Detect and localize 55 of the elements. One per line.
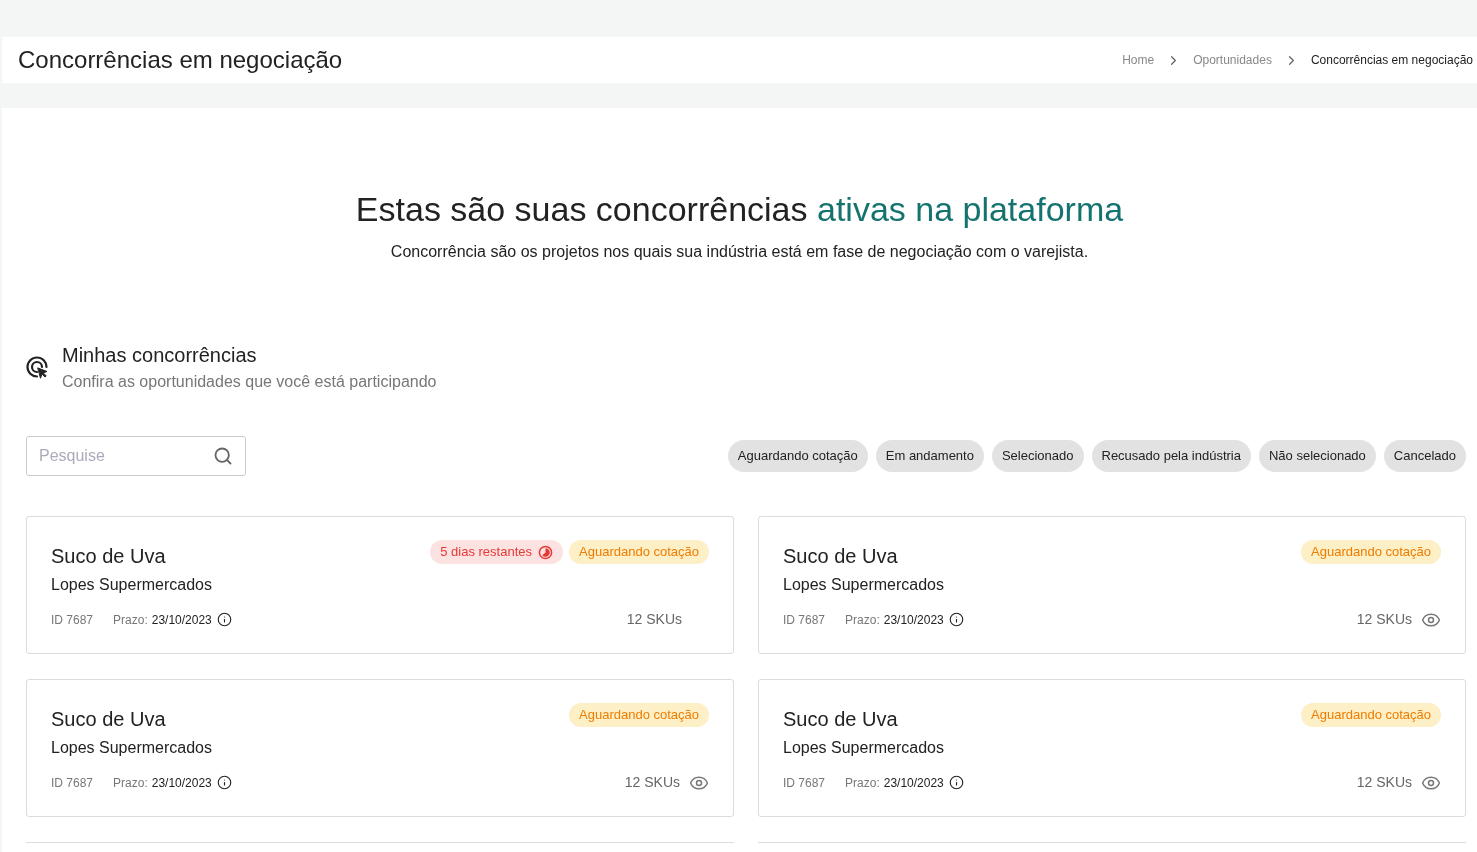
section-subtitle: Confira as oportunidades que você está participando (62, 372, 437, 392)
info-icon[interactable] (948, 775, 964, 790)
sku-count: 12 SKUs (1356, 610, 1412, 629)
breadcrumb-link[interactable]: Concorrências em negociação (1310, 51, 1473, 69)
company-name: Lopes Supermercados (783, 575, 944, 595)
section-title: Minhas concorrências (62, 343, 258, 368)
status-badge: Aguardando cotação (1301, 540, 1441, 564)
filter-chip[interactable]: Recusado pela indústria (1091, 440, 1251, 472)
sku-count: 12 SKUs (1356, 773, 1412, 792)
opportunity-card[interactable]: Suco de Uva Lopes Supermercados Aguardando cotação ID 7687 Prazo: 23/10/2023 12 SKUs (758, 516, 1466, 654)
deadline-date: 23/10/2023 (883, 774, 944, 792)
deadline-label: Prazo: (845, 774, 880, 792)
company-name: Lopes Supermercados (51, 575, 212, 595)
filter-chip[interactable]: Selecionado (991, 440, 1084, 472)
deadline-label: Prazo: (113, 774, 148, 792)
opportunity-card[interactable]: Suco de Uva Lopes Supermercados Aguardando cotação ID 7687 Prazo: 23/10/2023 12 SKUs (758, 679, 1466, 817)
sku-count: 12 SKUs (624, 773, 680, 792)
card-id: ID 7687 (783, 611, 826, 629)
filter-chip[interactable]: Cancelado (1383, 440, 1466, 472)
deadline-label: Prazo: (113, 611, 148, 629)
filter-chip[interactable]: Aguardando cotação (727, 440, 868, 472)
search-field[interactable]: Pesquise (26, 436, 246, 476)
deadline-date: 23/10/2023 (151, 774, 212, 792)
sku-count: 12 SKUs (626, 610, 682, 629)
filter-chip[interactable]: Em andamento (875, 440, 984, 472)
card-title: Suco de Uva (783, 707, 899, 732)
status-badge: Aguardando cotação (1301, 703, 1441, 727)
status-badge: Aguardando cotação (569, 703, 709, 727)
deadline-date: 23/10/2023 (883, 611, 944, 629)
deadline-date: 23/10/2023 (151, 611, 212, 629)
card-id: ID 7687 (783, 774, 826, 792)
hero-title: Estas são suas concorrências ativas na plataforma (355, 189, 1124, 230)
deadline-label: Prazo: (845, 611, 880, 629)
info-icon[interactable] (216, 775, 232, 790)
breadcrumb-link[interactable]: Oportunidades (1193, 51, 1272, 69)
card-id: ID 7687 (51, 774, 94, 792)
page-title: Concorrências em negociação (18, 45, 343, 75)
remaining-days-text: 5 dias restantes (440, 543, 532, 562)
company-name: Lopes Supermercados (51, 738, 212, 758)
search-icon (213, 446, 233, 466)
card-title: Suco de Uva (51, 544, 167, 569)
company-name: Lopes Supermercados (783, 738, 944, 758)
opportunity-card[interactable]: Suco de Uva Lopes Supermercados 5 dias restantes Aguardando cotação ID 7687 Prazo: 23/10/2023 12 SKUs (26, 516, 734, 654)
opportunity-card[interactable]: Suco de Uva Lopes Supermercados Aguardando cotação ID 7687 Prazo: 23/10/2023 12 SKUs (26, 679, 734, 817)
target-cursor-icon (26, 356, 50, 380)
timer-icon (538, 544, 553, 560)
card-title: Suco de Uva (51, 707, 167, 732)
breadcrumb-link[interactable]: Home (1122, 51, 1155, 69)
info-icon[interactable] (216, 612, 232, 627)
card-title: Suco de Uva (783, 544, 899, 569)
card-id: ID 7687 (51, 611, 94, 629)
info-icon[interactable] (948, 612, 964, 627)
hero-subtitle: Concorrência são os projetos nos quais sua indústria está em fase de negociação com o varejista. (390, 242, 1089, 262)
filter-chip[interactable]: Não selecionado (1259, 440, 1376, 472)
status-badge: Aguardando cotação (569, 540, 709, 564)
